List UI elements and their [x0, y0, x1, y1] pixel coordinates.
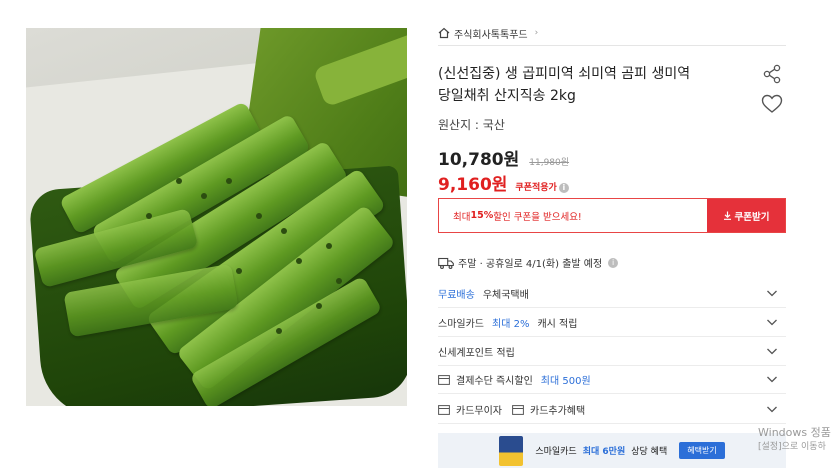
card-extra-benefit-label: 카드추가혜택	[530, 406, 586, 417]
shipping-text: 주말 · 공휴일로 4/1(화) 출발 예정	[458, 259, 603, 270]
chevron-down-icon[interactable]	[766, 288, 778, 298]
chevron-down-icon[interactable]	[766, 404, 778, 414]
shipping-info: 주말 · 공휴일로 4/1(화) 출발 예정 i	[438, 255, 619, 270]
seaweed-hole	[176, 178, 182, 184]
smile-card-row[interactable]: 스마일카드 최대 2% 캐시 적립	[438, 309, 786, 337]
watermark-line1: Windows 정품	[758, 426, 831, 439]
divider	[438, 45, 786, 46]
seaweed-hole	[146, 213, 152, 219]
product-title-line2: 당일채취 산지직송 2kg	[438, 88, 576, 104]
sale-price: 10,780원	[438, 150, 520, 170]
coupon-message-percent: 15%	[470, 210, 494, 221]
seaweed-hole	[201, 193, 207, 199]
chevron-down-icon[interactable]	[766, 346, 778, 356]
smile-card-rate: 최대 2%	[492, 319, 530, 330]
chevron-right-icon: ›	[534, 28, 539, 38]
payment-discount-row[interactable]: 결제수단 즉시할인 최대 500원	[438, 366, 786, 394]
product-image[interactable]	[26, 28, 407, 406]
shinsegae-point-row[interactable]: 신세계포인트 적립	[438, 338, 786, 366]
shinsegae-point-label: 신세계포인트 적립	[438, 348, 515, 359]
info-icon[interactable]: i	[608, 257, 619, 268]
card-benefit-row[interactable]: 카드무이자 카드추가혜택	[438, 396, 786, 424]
card-icon	[438, 374, 450, 385]
seaweed-hole	[276, 328, 282, 334]
payment-discount-label: 결제수단 즉시할인	[456, 376, 533, 387]
seaweed-hole	[256, 213, 262, 219]
watermark-line2: [설정]으로 이동하	[758, 442, 826, 452]
info-icon[interactable]: i	[558, 182, 569, 193]
windows-activation-watermark: Windows 정품 [설정]으로 이동하	[758, 426, 831, 454]
seller-link[interactable]: 주식회사톡톡푸드 ›	[438, 24, 538, 42]
get-coupon-button[interactable]: 쿠폰받기	[707, 199, 785, 232]
coupon-message: 최대 15% 할인 쿠폰을 받으세요!	[439, 199, 707, 232]
original-price: 11,980원	[529, 158, 570, 168]
delivery-row[interactable]: 무료배송 우체국택배	[438, 280, 786, 308]
product-title: (신선집중) 생 곱피미역 쇠미역 곰피 생미역 당일채취 산지직송 2kg	[438, 63, 758, 107]
seaweed-hole	[236, 268, 242, 274]
cash-reward-label: 캐시 적립	[537, 319, 578, 330]
smile-card-banner[interactable]: 스마일카드 최대 6만원 상당 혜택 혜택받기	[438, 433, 786, 468]
product-title-line1: (신선집중) 생 곱피미역 쇠미역 곰피 생미역	[438, 66, 691, 82]
seaweed-hole	[226, 178, 232, 184]
card-image	[499, 435, 524, 466]
coupon-price: 9,160원	[438, 175, 508, 195]
courier-label: 우체국택배	[482, 290, 529, 301]
banner-card-name: 스마일카드	[535, 447, 577, 457]
seaweed-hole	[316, 303, 322, 309]
smile-card-label: 스마일카드	[438, 319, 484, 330]
home-icon	[438, 27, 450, 39]
banner-highlight: 최대 6만원	[582, 447, 626, 457]
coupon-price-label: 쿠폰적용가 i	[515, 180, 569, 193]
seaweed-hole	[336, 278, 342, 284]
card-icon	[512, 404, 524, 415]
interest-free-label: 카드무이자	[456, 406, 502, 417]
get-benefit-button[interactable]: 혜택받기	[679, 442, 725, 459]
heart-icon[interactable]	[761, 94, 783, 114]
coupon-message-suffix: 할인 쿠폰을 받으세요!	[493, 211, 582, 223]
seller-name: 주식회사톡톡푸드	[454, 29, 528, 41]
share-icon[interactable]	[762, 64, 782, 84]
card-icon	[438, 404, 450, 415]
price-row: 10,780원 11,980원	[438, 145, 569, 170]
banner-benefit-text: 상당 혜택	[631, 447, 668, 457]
coupon-message-prefix: 최대	[453, 211, 471, 223]
payment-discount-amount: 최대 500원	[540, 376, 591, 387]
coupon-banner: 최대 15% 할인 쿠폰을 받으세요! 쿠폰받기	[438, 198, 786, 233]
chevron-down-icon[interactable]	[766, 317, 778, 327]
chevron-down-icon[interactable]	[766, 374, 778, 384]
origin-text: 원산지 : 국산	[438, 118, 505, 132]
truck-icon	[438, 257, 454, 269]
download-icon	[723, 211, 731, 220]
coupon-price-label-text: 쿠폰적용가	[515, 183, 557, 193]
free-shipping-label: 무료배송	[438, 290, 475, 301]
seaweed-hole	[296, 258, 302, 264]
coupon-price-row: 9,160원 쿠폰적용가 i	[438, 170, 569, 195]
get-coupon-label: 쿠폰받기	[734, 211, 770, 223]
seaweed-hole	[326, 243, 332, 249]
seaweed-hole	[281, 228, 287, 234]
